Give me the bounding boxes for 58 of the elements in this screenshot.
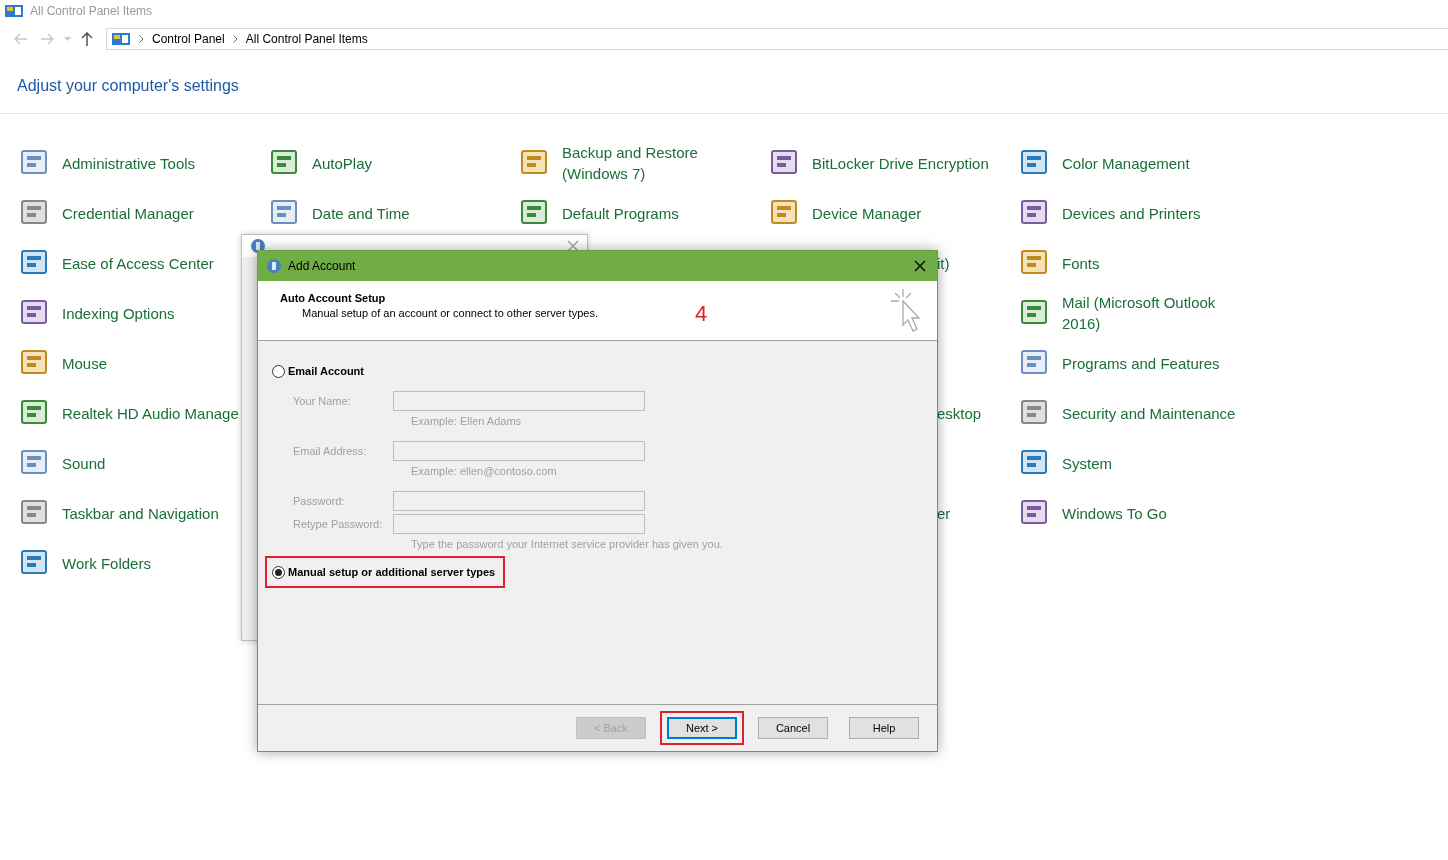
window-title: All Control Panel Items	[30, 4, 153, 18]
radio-button[interactable]	[272, 565, 285, 579]
back-arrow-icon	[14, 33, 28, 45]
field-hint: Example: ellen@contoso.com	[411, 465, 557, 477]
chevron-icon	[139, 35, 144, 43]
breadcrumb[interactable]: Control Panel	[152, 32, 225, 46]
applet-link[interactable]: Taskbar and Navigation	[62, 502, 219, 524]
page-heading: Adjust your computer's settings	[17, 77, 240, 96]
applet-link[interactable]: Date and Time	[312, 202, 410, 224]
applet-link[interactable]: Devices and Printers	[1062, 202, 1201, 224]
field-hint: Type the password your Internet service provider has given you.	[411, 538, 723, 550]
setup-heading: Auto Account Setup	[280, 292, 387, 304]
dialog-button[interactable]: Next >	[667, 717, 737, 739]
applet-link[interactable]: Realtek HD Audio Manage	[62, 402, 239, 424]
applet-link[interactable]: Backup and Restore (Windows 7)	[562, 142, 747, 184]
field-label: Email Address:	[293, 444, 368, 459]
applet-link[interactable]: Indexing Options	[62, 302, 175, 324]
field-label: Retype Password:	[293, 517, 384, 532]
applet-link[interactable]: Color Management	[1062, 152, 1190, 174]
applet-link[interactable]: Security and Maintenance	[1062, 402, 1236, 424]
cursor-sparkle-icon	[889, 287, 923, 333]
setup-description: Manual setup of an account or connect to other server types.	[301, 307, 599, 319]
applet-link[interactable]: Ease of Access Center	[62, 252, 214, 274]
close-icon[interactable]	[567, 240, 579, 252]
dialog-button[interactable]: Cancel	[758, 717, 828, 739]
field-label: Your Name:	[293, 394, 352, 409]
applet-link[interactable]: Work Folders	[62, 552, 151, 574]
dialog-button[interactable]: Help	[849, 717, 919, 739]
step-number: 4	[695, 300, 708, 327]
applet-link[interactable]: Windows To Go	[1062, 502, 1167, 524]
applet-link[interactable]: Sound	[62, 452, 106, 474]
forward-arrow-icon	[40, 33, 54, 45]
applet-link[interactable]: Fonts	[1062, 252, 1100, 274]
applet-link[interactable]: System	[1062, 452, 1112, 474]
dialog-title: Add Account	[288, 259, 357, 273]
radio-label[interactable]: Manual setup or additional server types	[288, 566, 496, 578]
up-arrow-icon	[81, 32, 93, 46]
applet-link[interactable]: Credential Manager	[62, 202, 194, 224]
mail-app-icon	[266, 258, 282, 274]
radio-label[interactable]: Email Account	[288, 365, 364, 377]
applet-link[interactable]: AutoPlay	[312, 152, 373, 174]
applet-link[interactable]: Mail (Microsoft Outlook 2016)	[1062, 292, 1247, 334]
control-panel-icon	[111, 31, 131, 47]
field-hint: Example: Ellen Adams	[411, 415, 522, 427]
chevron-icon	[232, 35, 238, 43]
applet-link[interactable]: Default Programs	[562, 202, 679, 224]
applet-link[interactable]: Programs and Features	[1062, 352, 1220, 374]
applet-link[interactable]: Administrative Tools	[62, 152, 196, 174]
applet-link[interactable]: BitLocker Drive Encryption	[812, 152, 989, 174]
applet-link[interactable]: Device Manager	[812, 202, 922, 224]
close-icon	[914, 260, 926, 272]
control-panel-icon	[4, 3, 24, 19]
breadcrumb[interactable]: All Control Panel Items	[245, 32, 368, 46]
field-label: Password:	[293, 494, 346, 509]
applet-link[interactable]: Mouse	[62, 352, 108, 374]
address-bar[interactable]: Control Panel All Control Panel Items	[106, 28, 1448, 50]
caret-icon	[63, 37, 71, 41]
radio-button[interactable]	[272, 364, 285, 378]
